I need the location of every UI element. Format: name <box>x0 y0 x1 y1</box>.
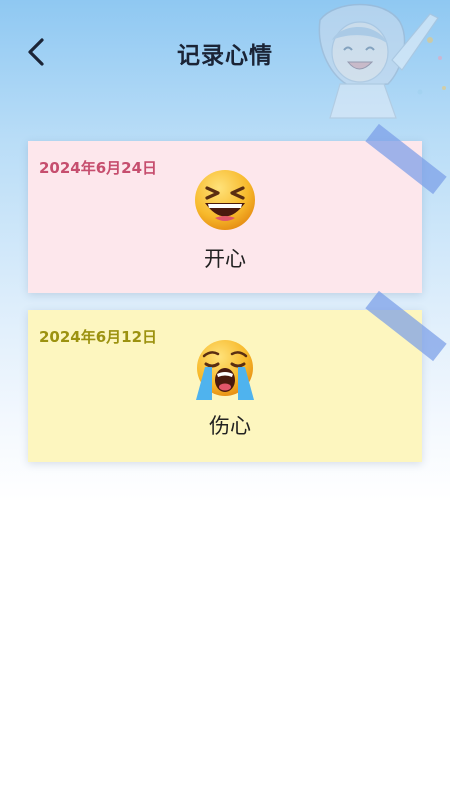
mood-card[interactable]: 2024年6月12日 伤心 <box>28 310 422 462</box>
page-title: 记录心情 <box>177 43 273 69</box>
record-date: 2024年6月24日 <box>39 159 158 177</box>
mood-label: 伤心 <box>209 414 251 438</box>
grinning-squinting-face-icon <box>195 170 255 230</box>
record-date: 2024年6月12日 <box>39 328 158 346</box>
loudly-crying-face-icon <box>196 340 254 400</box>
mood-card[interactable]: 2024年6月24日 开心 <box>28 141 422 293</box>
header: 记录心情 <box>0 0 450 104</box>
mood-label: 开心 <box>204 247 246 271</box>
